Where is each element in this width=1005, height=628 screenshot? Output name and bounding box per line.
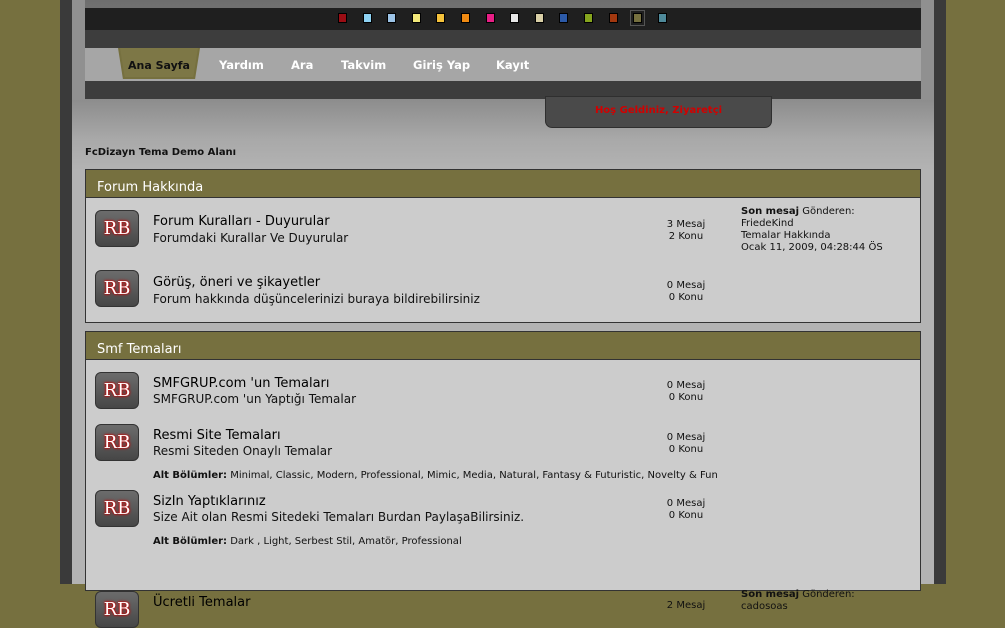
nav-home-tab[interactable]: Ana Sayfa (118, 48, 200, 79)
board-desc: Resmi Siteden Onaylı Temalar (153, 444, 333, 458)
theme-swatch-blue-theme[interactable] (387, 13, 397, 23)
board-last-post: Son mesaj Gönderen: FriedeKind Temalar H… (741, 206, 883, 253)
board-title[interactable]: Resmi Site Temaları (153, 428, 281, 443)
board-title[interactable]: Görüş, öneri ve şikayetler (153, 275, 320, 290)
theme-swatch-green-theme[interactable] (584, 13, 593, 23)
board-title[interactable]: SMFGRUP.com 'un Temaları (153, 376, 330, 391)
theme-swatch-light-blue-theme[interactable] (362, 13, 372, 23)
theme-swatch-gold-theme[interactable] (436, 13, 446, 23)
nav-base-band (85, 81, 921, 99)
board-title[interactable]: Forum Kuralları - Duyurular (153, 214, 330, 229)
theme-swatch-red-theme[interactable] (338, 13, 347, 23)
board-icon: RB (95, 210, 139, 247)
nav-help[interactable]: Yardım (219, 58, 264, 72)
board-subboards: Alt Bölümler: Minimal, Classic, Modern, … (153, 470, 718, 481)
board-title[interactable]: Ücretli Temalar (153, 595, 250, 610)
last-post-user[interactable]: FriedeKind (741, 218, 883, 230)
board-icon: RB (95, 490, 139, 527)
board-title[interactable]: SizIn Yaptıklarınız (153, 494, 266, 509)
board-desc: SMFGRUP.com 'un Yaptığı Temalar (153, 392, 357, 406)
board-desc: Size Ait olan Resmi Sitedeki Temaları Bu… (153, 510, 525, 524)
board-stats: 3 Mesaj 2 Konu (666, 219, 706, 242)
theme-swatch-olive-theme[interactable] (630, 10, 646, 26)
board-last-post: Son mesaj Gönderen: cadosoas (741, 589, 855, 613)
forum-page: Ana Sayfa Yardım Ara Takvim Giriş Yap Ka… (72, 0, 934, 628)
category-header: Forum Hakkında (86, 170, 920, 198)
theme-swatch-brown-theme[interactable] (608, 13, 618, 23)
category-forum-hakkinda: Forum Hakkında RB Forum Kuralları - Duyu… (85, 169, 921, 323)
theme-swatch-pink-theme[interactable] (485, 13, 495, 23)
theme-swatch-white-theme[interactable] (510, 13, 520, 23)
nav-search[interactable]: Ara (291, 58, 313, 72)
board-icon: RB (95, 424, 139, 461)
board-stats: 0 Mesaj 0 Konu (666, 498, 706, 521)
category-smf-temalari: Smf Temaları RB SMFGRUP.com 'un Temaları… (85, 331, 921, 628)
last-post-date: Ocak 11, 2009, 04:28:44 ÖS (741, 242, 883, 253)
nav-register[interactable]: Kayıt (496, 58, 529, 72)
board-desc: Forum hakkında düşüncelerinizi buraya bi… (153, 292, 480, 306)
board-subboards: Alt Bölümler: Dark , Light, Serbest Stil… (153, 536, 462, 547)
theme-swatch-orange-theme[interactable] (461, 13, 470, 23)
nav-calendar[interactable]: Takvim (341, 58, 386, 72)
header-edge-left (72, 0, 85, 100)
breadcrumb[interactable]: FcDizayn Tema Demo Alanı (85, 147, 236, 158)
category-title: Smf Temaları (97, 342, 182, 357)
theme-color-bar (85, 8, 921, 30)
nav-home-label: Ana Sayfa (128, 59, 190, 72)
board-desc: Forumdaki Kurallar Ve Duyurular (153, 231, 349, 245)
header-edge-right (921, 0, 934, 100)
board-stats: 0 Mesaj 0 Konu (666, 280, 706, 303)
category-header: Smf Temaları (86, 332, 920, 360)
board-stats: 0 Mesaj 0 Konu (666, 432, 706, 455)
board-stats: 0 Mesaj 0 Konu (666, 380, 706, 403)
board-stats: 2 Mesaj (666, 600, 706, 611)
board-icon: RB (95, 372, 139, 409)
theme-swatch-teal-theme[interactable] (657, 13, 667, 23)
board-icon: RB (95, 270, 139, 307)
last-post-topic[interactable]: Temalar Hakkında (741, 230, 883, 242)
welcome-box: Hoş Geldiniz, Ziyaretçi (545, 96, 772, 128)
page-frame-left (60, 0, 72, 584)
board-icon: RB (95, 591, 139, 628)
category-title: Forum Hakkında (97, 180, 204, 195)
nav-login[interactable]: Giriş Yap (413, 58, 470, 72)
last-post-user[interactable]: cadosoas (741, 601, 855, 613)
page-frame-right (934, 0, 946, 584)
welcome-text: Hoş Geldiniz, Ziyaretçi (594, 105, 723, 116)
theme-swatch-beige-theme[interactable] (534, 13, 544, 23)
header-band (85, 30, 921, 48)
theme-swatch-navy-theme[interactable] (559, 13, 569, 23)
theme-swatch-yellow-theme[interactable] (411, 13, 421, 23)
main-nav: Ana Sayfa Yardım Ara Takvim Giriş Yap Ka… (85, 48, 921, 81)
